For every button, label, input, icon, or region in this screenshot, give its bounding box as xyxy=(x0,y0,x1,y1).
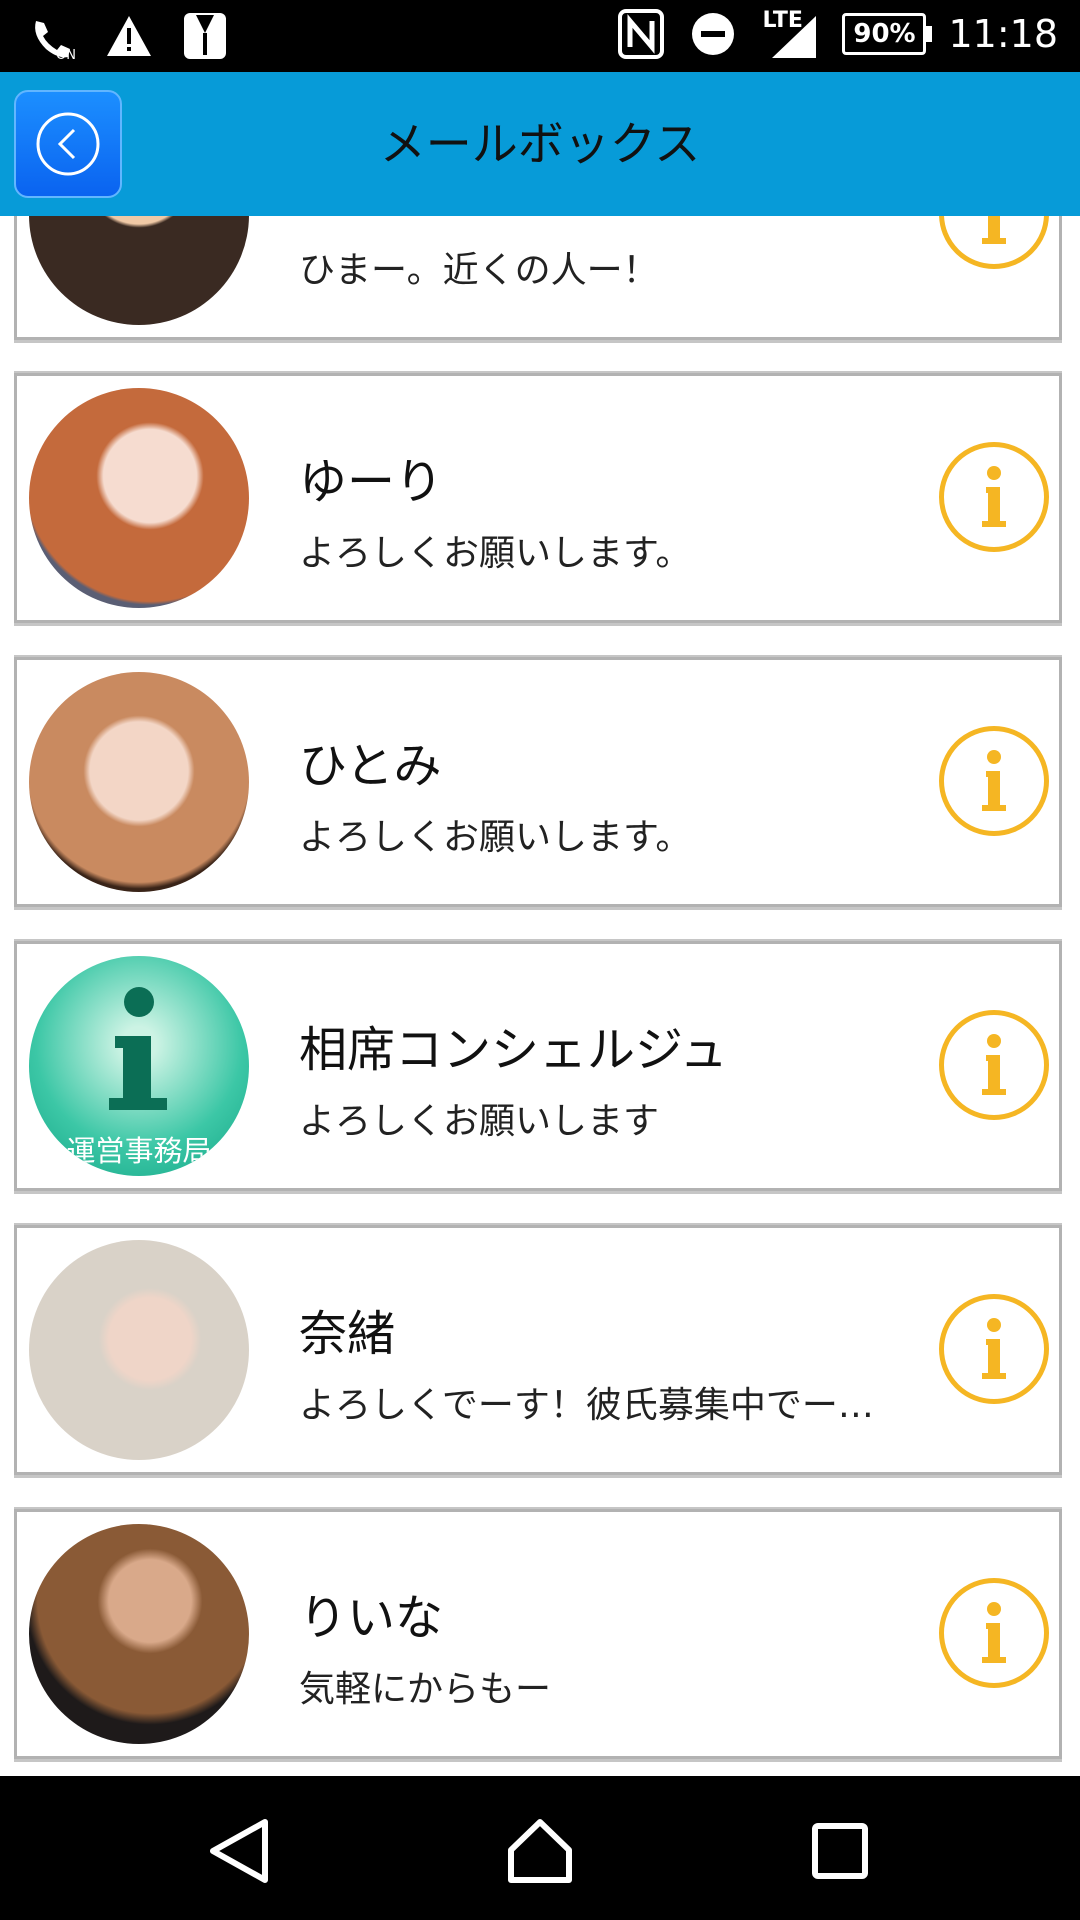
sender-name: ゆーり xyxy=(299,454,444,510)
back-triangle-icon xyxy=(210,1819,268,1883)
sender-name: 相席コンシェルジュ xyxy=(299,1022,728,1078)
info-icon xyxy=(982,1318,1006,1379)
navigation-bar xyxy=(0,1776,1080,1920)
sender-name: 奈緒 xyxy=(299,1306,396,1362)
lte-signal-icon: LTE xyxy=(760,8,820,60)
avatar[interactable] xyxy=(29,672,249,892)
message-preview: ひまー。近くの人ー！ xyxy=(299,250,659,291)
info-button[interactable] xyxy=(939,442,1049,552)
sender-name: ひとみ xyxy=(299,738,442,794)
app-header: メールボックス xyxy=(0,72,1080,216)
info-icon xyxy=(982,216,1006,244)
message-preview: よろしくお願いします。 xyxy=(299,817,692,858)
tuxedo-icon xyxy=(180,10,230,62)
svg-text:ON: ON xyxy=(56,48,76,61)
back-button[interactable] xyxy=(14,90,122,198)
message-card[interactable]: 運営事務局 相席コンシェルジュ よろしくお願いします xyxy=(14,941,1062,1191)
message-card[interactable]: 奈緒 よろしくでーす！彼氏募集中でー… xyxy=(14,1225,1062,1475)
info-button[interactable] xyxy=(939,1578,1049,1688)
message-preview: よろしくお願いします xyxy=(299,1101,660,1142)
message-list[interactable]: ひまー。近くの人ー！ ゆーり よろしくお願いします。 ひとみ よろしくお願いしま… xyxy=(0,216,1080,1776)
info-icon xyxy=(982,1034,1006,1095)
nav-home-button[interactable] xyxy=(505,1816,575,1886)
info-button[interactable] xyxy=(939,216,1049,269)
do-not-disturb-icon xyxy=(688,8,738,60)
page-title: メールボックス xyxy=(379,117,701,171)
nav-recents-button[interactable] xyxy=(805,1816,875,1886)
avatar-caption: 運営事務局 xyxy=(66,1134,212,1168)
message-card[interactable]: ひまー。近くの人ー！ xyxy=(14,216,1062,340)
message-card[interactable]: ゆーり よろしくお願いします。 xyxy=(14,373,1062,623)
info-button[interactable] xyxy=(939,1294,1049,1404)
battery-level: 90% xyxy=(853,19,916,49)
avatar[interactable]: 運営事務局 xyxy=(29,956,249,1176)
warning-icon xyxy=(104,10,154,62)
recents-icon xyxy=(812,1823,868,1879)
message-preview: よろしくでーす！彼氏募集中でー… xyxy=(299,1385,874,1426)
chevron-left-icon xyxy=(36,112,100,176)
home-icon xyxy=(508,1819,572,1883)
nfc-icon xyxy=(616,8,666,60)
avatar[interactable] xyxy=(29,1240,249,1460)
avatar[interactable] xyxy=(29,216,249,325)
info-button[interactable] xyxy=(939,1010,1049,1120)
sender-name: りいな xyxy=(299,1590,444,1646)
info-icon xyxy=(982,1602,1006,1663)
nfc-call-icon: ON xyxy=(28,10,78,62)
info-icon xyxy=(982,750,1006,811)
info-button[interactable] xyxy=(939,726,1049,836)
info-icon xyxy=(982,466,1006,527)
battery-indicator: 90% xyxy=(842,13,933,55)
message-preview: よろしくお願いします。 xyxy=(299,533,692,574)
message-preview: 気軽にからもー xyxy=(299,1669,552,1710)
message-card[interactable]: ひとみ よろしくお願いします。 xyxy=(14,657,1062,907)
avatar[interactable] xyxy=(29,1524,249,1744)
status-bar: ON LTE 90% 11:18 xyxy=(0,0,1080,72)
status-time: 11:18 xyxy=(948,12,1058,56)
message-card[interactable]: りいな 気軽にからもー xyxy=(14,1509,1062,1759)
avatar[interactable] xyxy=(29,388,249,608)
nav-back-button[interactable] xyxy=(205,1816,275,1886)
